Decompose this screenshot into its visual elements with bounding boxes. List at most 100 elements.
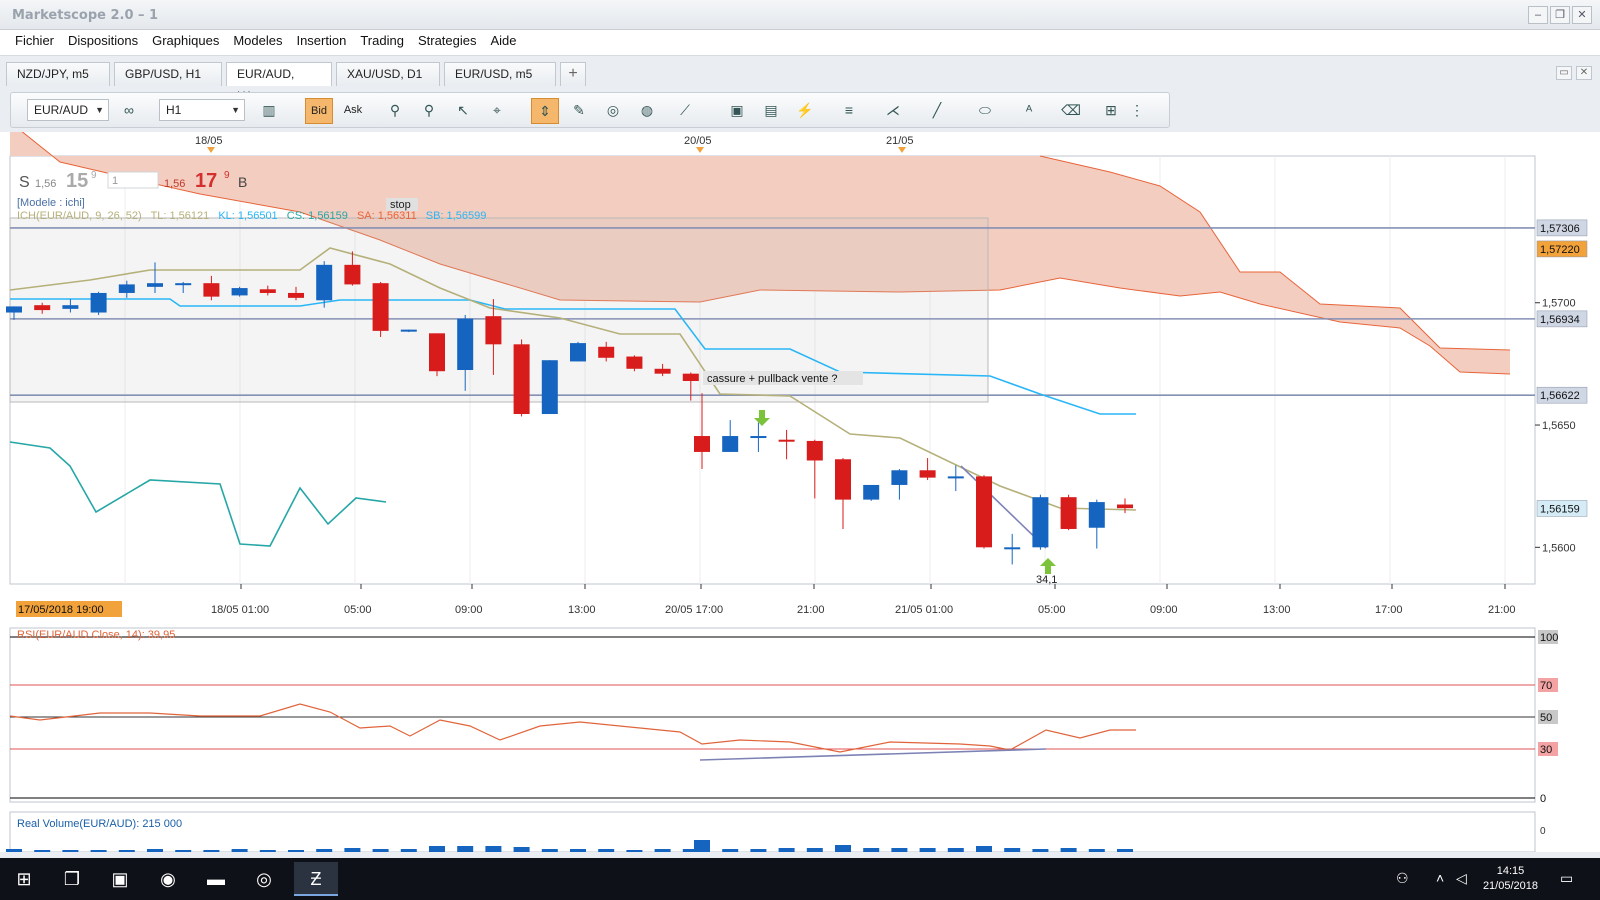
window-icon[interactable]: ▤	[757, 98, 785, 124]
candle-body	[891, 470, 908, 485]
close-button[interactable]: ✕	[1572, 6, 1592, 24]
candle	[1060, 494, 1077, 531]
indicator-icon[interactable]: ⚡	[791, 98, 819, 124]
volume-bar	[778, 848, 795, 852]
bid-button[interactable]: Bid	[305, 98, 333, 124]
tab-gbpusd[interactable]: GBP/USD, H1	[114, 62, 222, 86]
fan-icon[interactable]: ⋌	[879, 98, 907, 124]
browser-g-icon[interactable]: ◉	[146, 862, 190, 896]
tab-eurusd[interactable]: EUR/USD, m5	[444, 62, 556, 86]
zoom-in-icon[interactable]: ⚲	[381, 98, 409, 124]
volume-bar	[891, 848, 908, 852]
candle-body	[90, 292, 107, 313]
menu-fichier[interactable]: Fichier	[8, 30, 61, 55]
clock[interactable]: 14:15 21/05/2018	[1483, 864, 1538, 894]
rsi-label: RSI(EUR/AUD.Close, 14): 39,95	[17, 629, 175, 641]
menu-insertion[interactable]: Insertion	[289, 30, 353, 55]
candle-body	[654, 368, 671, 374]
volume-bar	[694, 840, 710, 852]
tab-euraud[interactable]: EUR/AUD, H1✕	[226, 62, 332, 103]
candle-body	[485, 316, 502, 345]
candle-body	[682, 373, 699, 382]
globe-icon[interactable]: ◍	[633, 98, 661, 124]
menu-trading[interactable]: Trading	[353, 30, 411, 55]
timeframe-select[interactable]: H1 ▼	[159, 99, 245, 121]
menu-strategies[interactable]: Strategies	[411, 30, 484, 55]
time-label: 13:00	[1263, 604, 1291, 616]
candle-body	[806, 440, 823, 461]
task-view-icon[interactable]: ❐	[50, 862, 94, 896]
buy-prefix: 1,56	[164, 178, 185, 190]
candle	[863, 484, 880, 501]
people-icon[interactable]: ⚇	[1396, 870, 1409, 887]
volume-bar	[6, 849, 22, 852]
rsi-level-label: 0	[1540, 793, 1546, 805]
instrument-select[interactable]: EUR/AUD ▼	[27, 99, 109, 121]
taskbar: ⊞ ❐ ▣ ◉ ▬ ◎ Ƶ ⚇ ˄ ◁ 14:15 21/05/2018 ▭	[0, 858, 1600, 900]
time-label: 09:00	[455, 604, 483, 616]
volume-bar	[372, 849, 389, 852]
hierarchy-icon[interactable]: ⊞	[1097, 98, 1125, 124]
crosshair-icon[interactable]: ⌖	[483, 98, 511, 124]
cursor-icon[interactable]: ↖	[449, 98, 477, 124]
volume-bar	[976, 846, 992, 852]
volume-bar	[62, 850, 79, 852]
volume-axis: 0	[1540, 826, 1546, 837]
zoom-out-icon[interactable]: ⚲	[415, 98, 443, 124]
tray-chevron-icon[interactable]: ˄	[1436, 870, 1444, 886]
menu-aide[interactable]: Aide	[484, 30, 524, 55]
chart-area[interactable]: 18/05 20/05 21/05 34,1 stop cassure + pull…	[0, 121, 1600, 853]
more-icon[interactable]: ⋮	[1129, 98, 1145, 124]
link-icon[interactable]: ∞	[115, 98, 143, 124]
maximize-button[interactable]: ❐	[1550, 6, 1570, 24]
folder-icon[interactable]: ▬	[194, 862, 238, 896]
image-icon[interactable]: ▣	[723, 98, 751, 124]
add-tab-button[interactable]: +	[560, 62, 586, 86]
candle-body	[919, 470, 936, 478]
minimize-button[interactable]: –	[1528, 6, 1548, 24]
lines-icon[interactable]: ≡	[835, 98, 863, 124]
scroll-icon[interactable]: ⇕	[531, 98, 559, 124]
volume-bar	[203, 850, 220, 852]
trendline-icon[interactable]: ╱	[923, 98, 951, 124]
buy-pipette: 9	[224, 170, 230, 181]
restore-chart-button[interactable]: ▭	[1556, 66, 1572, 80]
candle-body	[429, 333, 445, 372]
price-chart[interactable]: 18/05 20/05 21/05 34,1 stop cassure + pull…	[0, 121, 1600, 853]
notification-icon[interactable]: ▭	[1560, 870, 1573, 887]
candle-body	[62, 305, 79, 309]
instrument-value: EUR/AUD	[34, 103, 89, 117]
ruler-icon[interactable]: ⟋	[671, 98, 699, 124]
date-marker-icon	[207, 147, 215, 153]
volume-bar	[750, 849, 767, 852]
marketscope-icon[interactable]: Ƶ	[294, 862, 338, 896]
cassure-label: cassure + pullback vente ?	[707, 373, 838, 385]
chart-type-icon[interactable]: ▥	[255, 98, 283, 124]
price-tick-label: 1,5700	[1542, 298, 1576, 310]
candle	[429, 333, 445, 377]
volume-bar	[598, 849, 615, 852]
candle-body	[778, 439, 795, 442]
menu-modeles[interactable]: Modeles	[226, 30, 289, 55]
tab-xauusd[interactable]: XAU/USD, D1	[336, 62, 440, 86]
kl-value: KL: 1,56501	[218, 210, 277, 222]
eye-icon[interactable]: ◎	[599, 98, 627, 124]
ask-button[interactable]: Ask	[339, 98, 367, 124]
eraser-icon[interactable]: ⌫	[1057, 98, 1085, 124]
menu-dispositions[interactable]: Dispositions	[61, 30, 145, 55]
candle-body	[288, 292, 304, 298]
menu-graphiques[interactable]: Graphiques	[145, 30, 226, 55]
volume-bar	[1032, 849, 1049, 852]
windows-start-icon[interactable]: ⊞	[2, 862, 46, 896]
close-chart-button[interactable]: ✕	[1576, 66, 1592, 80]
tab-nzdjpy[interactable]: NZD/JPY, m5	[6, 62, 110, 86]
app-icon[interactable]: ▣	[98, 862, 142, 896]
properties-icon[interactable]: ✎	[565, 98, 593, 124]
chrome-icon[interactable]: ◎	[242, 862, 286, 896]
tab-label: XAU/USD, D1	[347, 67, 423, 81]
candle-body	[835, 459, 851, 500]
model-label: [Modele : ichi]	[17, 197, 85, 209]
text-icon[interactable]: ᴬ	[1015, 98, 1043, 124]
ellipse-icon[interactable]: ⬭	[971, 98, 999, 124]
volume-icon[interactable]: ◁	[1456, 870, 1467, 887]
